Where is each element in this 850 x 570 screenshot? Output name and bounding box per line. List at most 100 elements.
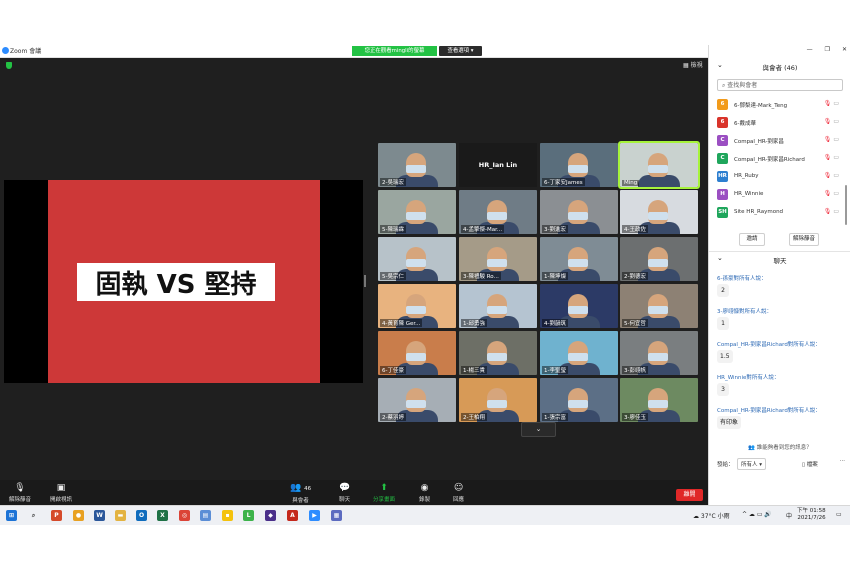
- chrome-icon[interactable]: ◎: [179, 510, 190, 521]
- participants-button[interactable]: 👥 46 與會者: [290, 483, 311, 504]
- participant-tile[interactable]: 2-蔡羽婷: [378, 378, 456, 422]
- sticky-notes-icon[interactable]: ▪: [222, 510, 233, 521]
- excel-icon[interactable]: X: [157, 510, 168, 521]
- end-meeting-button[interactable]: 離開: [676, 489, 703, 501]
- participant-tile[interactable]: 5-何宜哲: [620, 284, 698, 328]
- participant-row[interactable]: 6 6-戴成華 🎙 ▭: [717, 116, 843, 130]
- app-icon[interactable]: ▤: [200, 510, 211, 521]
- microphone-muted-icon: 🎙 ▭: [823, 136, 839, 143]
- app-icon[interactable]: ◆: [265, 510, 276, 521]
- participant-tile[interactable]: 2-劉德宏: [620, 237, 698, 281]
- participant-tile[interactable]: 1-李聖瑩: [540, 331, 618, 375]
- view-options-button[interactable]: 查看選項 ▾: [439, 46, 482, 56]
- participant-tile[interactable]: 3-陳禮駿 Ro...: [459, 237, 537, 281]
- restore-icon[interactable]: ❐: [825, 46, 830, 53]
- avatar: H: [717, 189, 728, 200]
- chat-sender: HR_Winnie對所有人說：: [717, 375, 780, 381]
- firefox-icon[interactable]: ●: [73, 510, 84, 521]
- participant-tile[interactable]: 1-陳坤燦: [540, 237, 618, 281]
- shield-icon[interactable]: [6, 62, 12, 69]
- more-button[interactable]: ···: [840, 458, 845, 464]
- participant-name: 5-陳瑞霖: [380, 225, 406, 233]
- participant-name: 2-劉德宏: [622, 272, 648, 280]
- line-icon[interactable]: L: [243, 510, 254, 521]
- word-icon[interactable]: W: [94, 510, 105, 521]
- participant-tile[interactable]: 1-楊三貴: [459, 331, 537, 375]
- face-mask: [487, 400, 507, 408]
- zoom-icon[interactable]: ▶: [309, 510, 320, 521]
- participant-tile[interactable]: 3-彭翊帆: [620, 331, 698, 375]
- participant-row[interactable]: C Compal_HR-劉家昌Richard 🎙 ▭: [717, 152, 843, 166]
- send-to-select[interactable]: 所有人 ▾: [737, 458, 767, 470]
- avatar: C: [717, 135, 728, 146]
- panel-scrollbar[interactable]: [845, 185, 847, 225]
- participant-row[interactable]: C Compal_HR-劉家昌 🎙 ▭: [717, 134, 843, 148]
- outlook-icon[interactable]: O: [136, 510, 147, 521]
- video-off-icon: ▭: [833, 118, 839, 125]
- gallery-view-button[interactable]: ▦ 檢視: [683, 60, 703, 69]
- chat-message: 1: [717, 317, 729, 330]
- participant-tile[interactable]: 3-廖佳玉: [620, 378, 698, 422]
- record-button[interactable]: ◉ 錄製: [419, 483, 430, 503]
- unmute-button[interactable]: 🎙 解除靜音: [9, 483, 31, 503]
- file-explorer-icon[interactable]: ▬: [115, 510, 126, 521]
- split-handle[interactable]: [364, 275, 366, 287]
- participant-tile[interactable]: 5-陳瑞霖: [378, 190, 456, 234]
- system-clock[interactable]: 下午 01:58 2021/7/26: [797, 508, 826, 522]
- tray-icons[interactable]: ^ ☁ ▭ 🔊: [742, 511, 772, 518]
- chat-button[interactable]: 💬 聊天: [339, 483, 350, 503]
- send-to-row: 發給： 所有人 ▾ ▯ 檔案 ···: [709, 457, 850, 471]
- participant-tile[interactable]: 4-黃育陳 Ger...: [378, 284, 456, 328]
- participant-tile[interactable]: HR_Ian Lin: [459, 143, 537, 187]
- close-icon[interactable]: ✕: [842, 46, 847, 53]
- privacy-note[interactable]: 👥 誰能夠看到您的訊息？: [709, 443, 850, 451]
- chevron-down-icon[interactable]: ⌄: [521, 422, 556, 437]
- shared-screen: 固執 VS 堅持: [4, 180, 363, 383]
- participant-row[interactable]: 6 6-鄧梨達-Mark_Teng 🎙 ▭: [717, 98, 843, 112]
- ime-indicator[interactable]: 中: [786, 511, 792, 520]
- participant-tile[interactable]: 2-吳瑞宏: [378, 143, 456, 187]
- participant-tile[interactable]: 6-丁家安James: [540, 143, 618, 187]
- weather-widget[interactable]: ☁ 37°C 小雨: [693, 511, 730, 520]
- microphone-muted-icon: 🎙: [14, 483, 26, 493]
- unmute-all-button[interactable]: 解除靜音: [789, 233, 819, 246]
- participant-tile[interactable]: 4-孟擎傑-Mar...: [459, 190, 537, 234]
- acrobat-icon[interactable]: A: [287, 510, 298, 521]
- reactions-icon: ☺: [453, 483, 464, 493]
- participant-search-input[interactable]: ⌕ 查找與會者: [717, 79, 843, 91]
- participant-name: 6-丁佳豪: [380, 366, 406, 374]
- share-screen-button[interactable]: ⬆ 分享畫面: [373, 483, 395, 503]
- app-icon[interactable]: ▦: [331, 510, 342, 521]
- notifications-icon[interactable]: ▭: [836, 511, 842, 518]
- minimize-icon[interactable]: —: [807, 46, 813, 53]
- participant-name: 2-王柏翔: [461, 413, 487, 421]
- record-label: 錄製: [419, 497, 431, 503]
- chat-sender: 3-廖翊慷對所有人說：: [717, 309, 772, 315]
- participant-tile[interactable]: 4-劉韻筑: [540, 284, 618, 328]
- participant-tile[interactable]: Ming: [618, 141, 700, 189]
- invite-button[interactable]: 邀請: [739, 233, 765, 246]
- windows-start-icon[interactable]: ⊞: [6, 510, 17, 521]
- participant-tile[interactable]: 5-吳宗仁: [378, 237, 456, 281]
- avatar: C: [717, 153, 728, 164]
- microphone-muted-icon: 🎙 ▭: [823, 190, 839, 197]
- powerpoint-icon[interactable]: P: [51, 510, 62, 521]
- side-panel: — ❐ ✕ ⌄ 與會者 (46) ⌕ 查找與會者 6 6-鄧梨達-Mark_Teng 🎙…: [708, 45, 850, 505]
- participant-tile[interactable]: 3-劉進宏: [540, 190, 618, 234]
- participant-tile[interactable]: 2-王柏翔: [459, 378, 537, 422]
- participant-tile[interactable]: 6-丁佳豪: [378, 331, 456, 375]
- start-video-button[interactable]: ▣ 開啟視訊: [50, 483, 72, 503]
- reactions-button[interactable]: ☺ 回應: [453, 483, 464, 503]
- participant-tile[interactable]: 4-王政佐: [620, 190, 698, 234]
- title-bar: Zoom 會議 您正在觀看mingli的螢幕 查看選項 ▾: [0, 45, 708, 58]
- participant-row[interactable]: SH Site HR_Raymond 🎙 ▭: [717, 206, 843, 220]
- participant-tile[interactable]: 1-邱勇強: [459, 284, 537, 328]
- participant-row[interactable]: HR HR_Ruby 🎙 ▭: [717, 170, 843, 184]
- file-button[interactable]: ▯ 檔案: [802, 460, 818, 468]
- search-icon[interactable]: ⌕: [28, 510, 39, 521]
- search-placeholder: 查找與會者: [727, 82, 758, 89]
- face-mask: [568, 353, 588, 361]
- participant-row[interactable]: H HR_Winnie 🎙 ▭: [717, 188, 843, 202]
- participant-tile[interactable]: 1-張宗富: [540, 378, 618, 422]
- participant-name: HR_Winnie: [734, 191, 764, 197]
